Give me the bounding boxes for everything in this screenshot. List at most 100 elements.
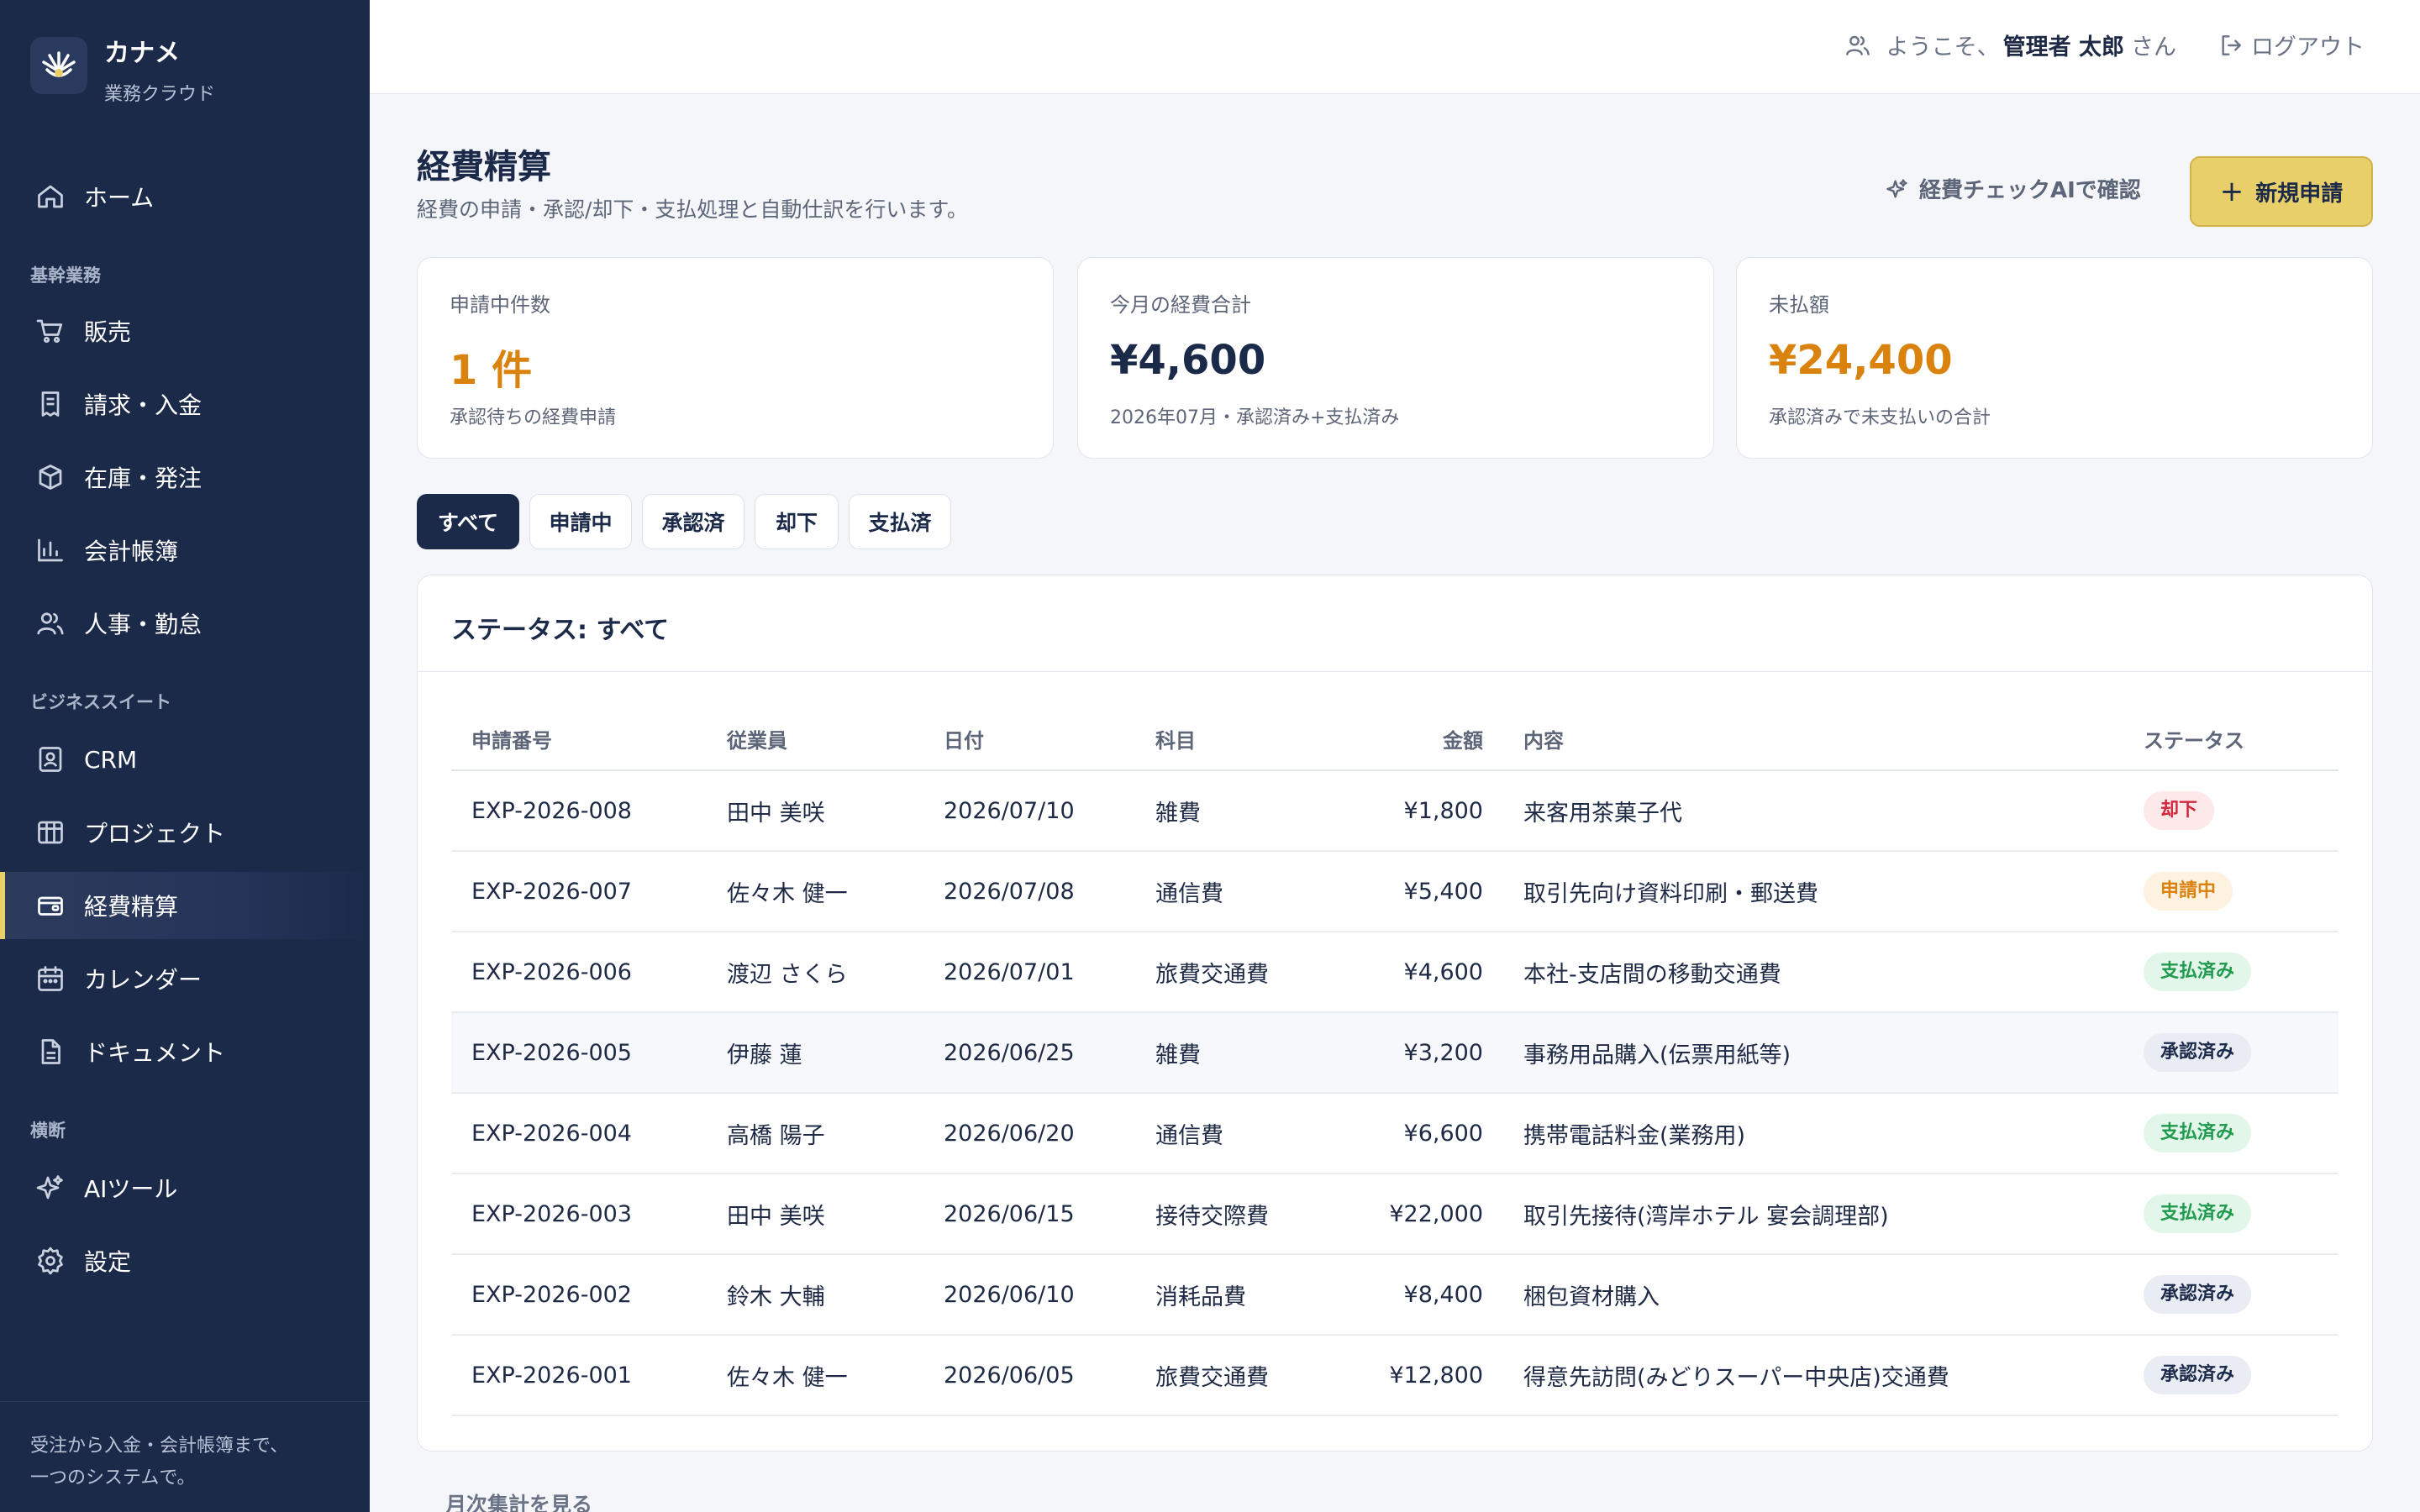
filter-tab-rejected[interactable]: 却下 bbox=[755, 494, 839, 549]
nav-item-inventory[interactable]: 在庫・発注 bbox=[0, 444, 370, 511]
cell-employee: 高橋 陽子 bbox=[707, 1093, 923, 1174]
table-row[interactable]: EXP-2026-003 田中 美咲 2026/06/15 接待交際費 ¥22,000 取… bbox=[451, 1173, 2338, 1255]
cell-date: 2026/07/01 bbox=[923, 932, 1135, 1013]
stat-card-unpaid: 未払額 ¥24,400 承認済みで未支払いの合計 bbox=[1736, 257, 2373, 459]
column-header-amount[interactable]: 金額 bbox=[1345, 708, 1503, 771]
new-request-button[interactable]: + 新規申請 bbox=[2190, 156, 2373, 227]
stat-note: 2026年07月・承認済み+支払済み bbox=[1110, 407, 1400, 428]
cell-id[interactable]: EXP-2026-006 bbox=[451, 932, 707, 1013]
column-header-status[interactable]: ステータス bbox=[2123, 708, 2338, 771]
table-row[interactable]: EXP-2026-001 佐々木 健一 2026/06/05 旅費交通費 ¥12,800… bbox=[451, 1335, 2338, 1416]
filter-tab-approved[interactable]: 承認済 bbox=[642, 494, 744, 549]
divider bbox=[418, 671, 2372, 672]
nav-item-billing[interactable]: 請求・入金 bbox=[0, 370, 370, 438]
sidebar-footer: 受注から入金・会計帳簿まで、 一つのシステムで。 bbox=[0, 1401, 370, 1512]
logout-icon bbox=[2222, 34, 2241, 55]
cell-category: 消耗品費 bbox=[1135, 1254, 1345, 1336]
cell-id[interactable]: EXP-2026-003 bbox=[451, 1173, 707, 1255]
nav-item-home[interactable]: ホーム bbox=[0, 163, 370, 230]
nav-item-ai-tools[interactable]: AIツール bbox=[0, 1154, 370, 1221]
nav-item-document[interactable]: ドキュメント bbox=[0, 1018, 370, 1085]
cell-description: 本社-支店間の移動交通費 bbox=[1503, 932, 2123, 1013]
cell-description: 携帯電話料金(業務用) bbox=[1503, 1093, 2123, 1174]
brand-name: カナメ bbox=[104, 39, 180, 68]
logout-button[interactable]: ログアウト bbox=[2217, 29, 2365, 61]
cell-category: 旅費交通費 bbox=[1135, 932, 1345, 1013]
nav-item-expense[interactable]: 経費精算 bbox=[0, 872, 370, 939]
cell-category: 雑費 bbox=[1135, 770, 1345, 852]
filter-tab-pending[interactable]: 申請中 bbox=[529, 494, 632, 549]
table-row[interactable]: EXP-2026-005 伊藤 蓮 2026/06/25 雑費 ¥3,200 事務用品購入… bbox=[451, 1012, 2338, 1094]
nav-item-crm[interactable]: CRM bbox=[0, 726, 370, 793]
cell-amount: ¥5,400 bbox=[1345, 851, 1503, 932]
nav-item-sales[interactable]: 販売 bbox=[0, 297, 370, 365]
column-header-description[interactable]: 内容 bbox=[1503, 708, 2123, 771]
monthly-summary-link[interactable]: 月次集計を見る bbox=[445, 1488, 592, 1512]
table-row[interactable]: EXP-2026-002 鈴木 大輔 2026/06/10 消耗品費 ¥8,400 梱包資… bbox=[451, 1254, 2338, 1336]
cell-id[interactable]: EXP-2026-004 bbox=[451, 1093, 707, 1174]
cell-id[interactable]: EXP-2026-001 bbox=[451, 1335, 707, 1416]
cell-description: 事務用品購入(伝票用紙等) bbox=[1503, 1012, 2123, 1094]
cell-amount: ¥1,800 bbox=[1345, 770, 1503, 852]
nav-label-project: プロジェクト bbox=[84, 820, 226, 848]
column-header-employee[interactable]: 従業員 bbox=[707, 708, 923, 771]
gear-icon bbox=[38, 1247, 63, 1275]
sidebar: カナメ 業務クラウド ホーム 基幹業務 販売 請求・入金 在庫・発注 会計帳簿 … bbox=[0, 0, 370, 1512]
logout-label: ログアウト bbox=[2251, 34, 2365, 60]
cell-status: 申請中 bbox=[2123, 851, 2338, 932]
cell-description: 来客用茶菓子代 bbox=[1503, 770, 2123, 852]
cell-id[interactable]: EXP-2026-005 bbox=[451, 1012, 707, 1094]
page-subtitle: 経費の申請・承認/却下・支払処理と自動仕訳を行います。 bbox=[417, 197, 968, 222]
sidebar-footer-line2: 一つのシステムで。 bbox=[30, 1467, 196, 1488]
welcome-prefix: ようこそ、 bbox=[1886, 34, 2000, 60]
nav-label-expense: 経費精算 bbox=[84, 893, 179, 921]
table-row[interactable]: EXP-2026-007 佐々木 健一 2026/07/08 通信費 ¥5,400 取引先… bbox=[451, 851, 2338, 932]
cell-status: 承認済み bbox=[2123, 1254, 2338, 1336]
table-row[interactable]: EXP-2026-004 高橋 陽子 2026/06/20 通信費 ¥6,600 携帯電話… bbox=[451, 1093, 2338, 1174]
cell-id[interactable]: EXP-2026-002 bbox=[451, 1254, 707, 1336]
table-row[interactable]: EXP-2026-008 田中 美咲 2026/07/10 雑費 ¥1,800 来客用茶菓… bbox=[451, 770, 2338, 852]
cell-description: 取引先向け資料印刷・郵送費 bbox=[1503, 851, 2123, 932]
nav-label-billing: 請求・入金 bbox=[84, 391, 203, 419]
box-icon bbox=[39, 465, 62, 490]
column-header-date[interactable]: 日付 bbox=[923, 708, 1135, 771]
new-request-label: 新規申請 bbox=[2255, 181, 2344, 207]
cell-employee: 佐々木 健一 bbox=[707, 851, 923, 932]
cell-id[interactable]: EXP-2026-008 bbox=[451, 770, 707, 852]
table-row[interactable]: EXP-2026-006 渡辺 さくら 2026/07/01 旅費交通費 ¥4,600 本… bbox=[451, 932, 2338, 1013]
nav-item-ledger[interactable]: 会計帳簿 bbox=[0, 517, 370, 584]
cell-amount: ¥4,600 bbox=[1345, 932, 1503, 1013]
nav-label-settings: 設定 bbox=[84, 1248, 132, 1276]
filter-tab-all[interactable]: すべて bbox=[417, 494, 519, 549]
column-header-category[interactable]: 科目 bbox=[1135, 708, 1345, 771]
cell-category: 接待交際費 bbox=[1135, 1173, 1345, 1255]
cell-date: 2026/06/05 bbox=[923, 1335, 1135, 1416]
nav-item-hr[interactable]: 人事・勤怠 bbox=[0, 590, 370, 657]
contact-card-icon bbox=[39, 747, 62, 772]
cell-date: 2026/07/08 bbox=[923, 851, 1135, 932]
cell-id[interactable]: EXP-2026-007 bbox=[451, 851, 707, 932]
cell-status: 承認済み bbox=[2123, 1335, 2338, 1416]
nav-label-calendar: カレンダー bbox=[84, 966, 203, 994]
cell-category: 旅費交通費 bbox=[1135, 1335, 1345, 1416]
nav-label-hr: 人事・勤怠 bbox=[84, 611, 203, 638]
filter-tab-paid[interactable]: 支払済 bbox=[849, 494, 951, 549]
status-badge: 却下 bbox=[2144, 791, 2215, 830]
stat-card-monthly-total: 今月の経費合計 ¥4,600 2026年07月・承認済み+支払済み bbox=[1077, 257, 1714, 459]
users-icon bbox=[37, 612, 64, 635]
stat-label: 未払額 bbox=[1769, 293, 1829, 317]
nav-label-document: ドキュメント bbox=[84, 1039, 226, 1067]
table-header-row: 申請番号 従業員 日付 科目 金額 内容 ステータス bbox=[451, 708, 2338, 771]
cell-employee: 渡辺 さくら bbox=[707, 932, 923, 1013]
cell-amount: ¥22,000 bbox=[1345, 1173, 1503, 1255]
nav-item-calendar[interactable]: カレンダー bbox=[0, 945, 370, 1012]
nav-item-settings[interactable]: 設定 bbox=[0, 1227, 370, 1294]
column-header-id[interactable]: 申請番号 bbox=[451, 708, 707, 771]
nav-item-project[interactable]: プロジェクト bbox=[0, 799, 370, 866]
cell-category: 雑費 bbox=[1135, 1012, 1345, 1094]
cell-date: 2026/06/20 bbox=[923, 1093, 1135, 1174]
ai-check-button[interactable]: 経費チェックAIで確認 bbox=[1886, 173, 2141, 204]
stat-label: 今月の経費合計 bbox=[1110, 293, 1251, 317]
cart-icon bbox=[36, 319, 63, 344]
brand[interactable]: カナメ 業務クラウド bbox=[30, 37, 215, 106]
